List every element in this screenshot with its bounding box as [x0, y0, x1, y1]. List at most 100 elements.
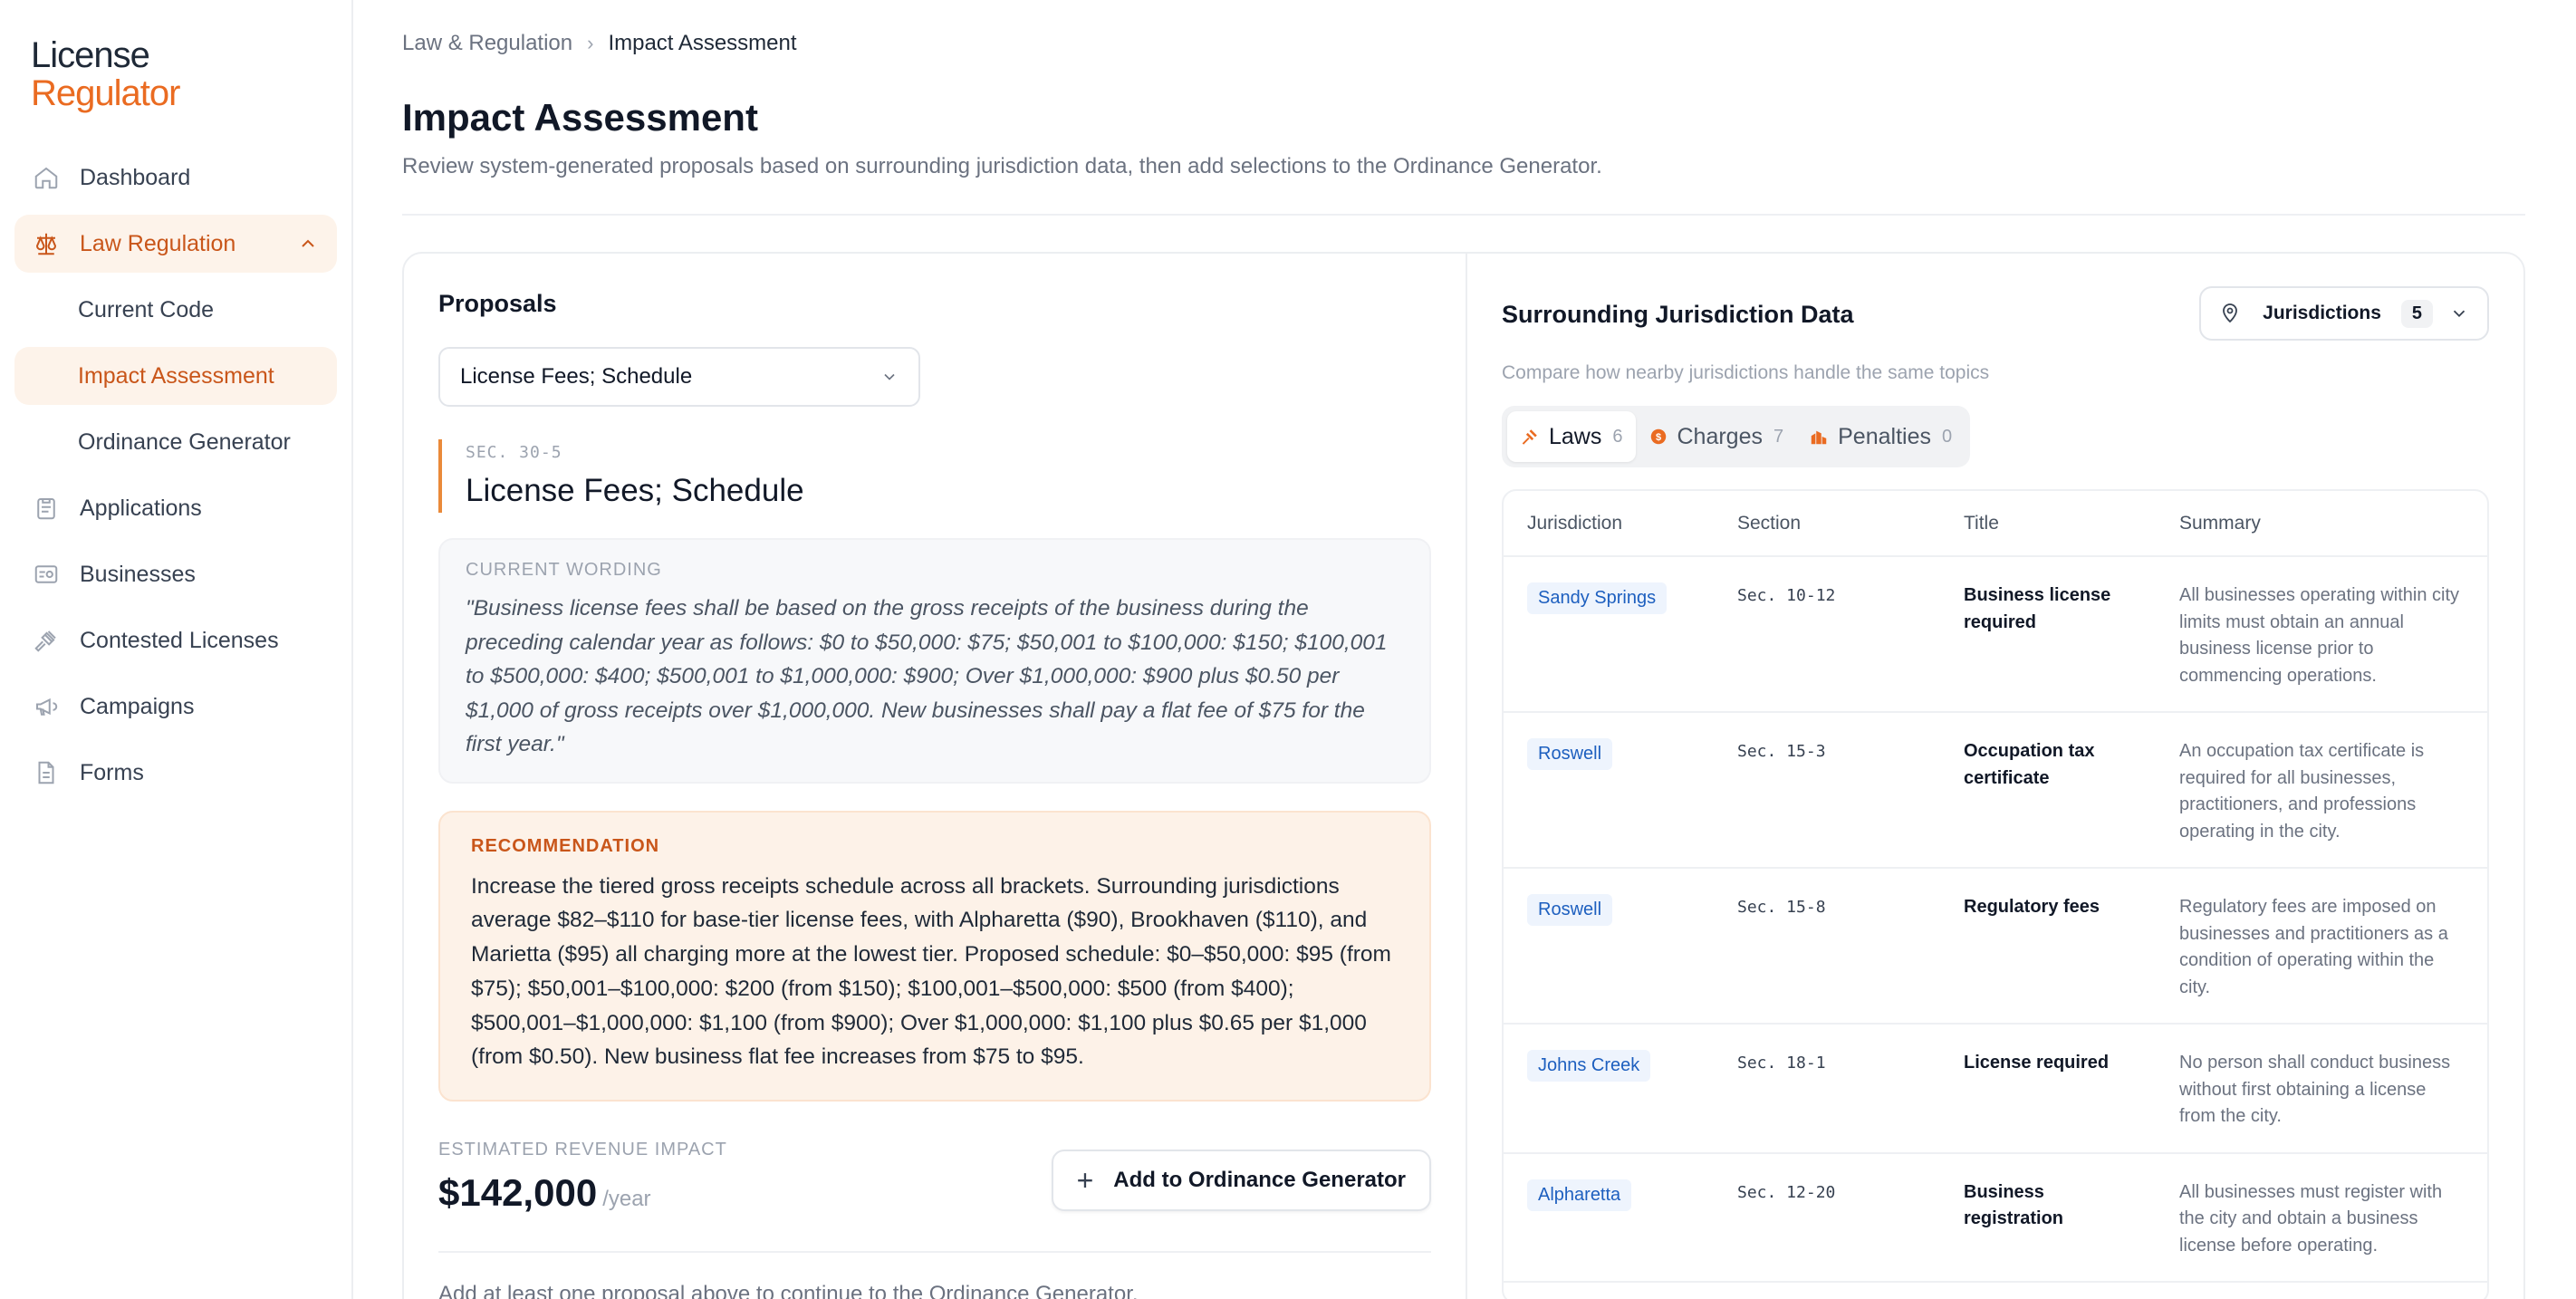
title-cell: Regulatory fees	[1940, 868, 2156, 1025]
jurisdiction-table: Jurisdiction Section Title Summary Sandy…	[1502, 489, 2489, 1299]
jurisdiction-tag: Johns Creek	[1527, 1050, 1651, 1082]
table-row[interactable]: Sandy Springs Sec. 10-12 Business licens…	[1504, 556, 2487, 713]
summary-cell: All businesses must register with the ci…	[2156, 1152, 2487, 1283]
table-row[interactable]: Roswell Sec. 15-8 Regulatory fees Regula…	[1504, 868, 2487, 1025]
jurisdiction-tag: Roswell	[1527, 894, 1613, 926]
sidebar-item-label: Forms	[80, 759, 144, 785]
proposals-heading: Proposals	[438, 290, 557, 317]
id-card-icon	[33, 561, 60, 588]
data-type-tabs: Laws 6 $ Charges 7 Penalties 0	[1502, 406, 1971, 467]
section-cell: Sec. 18-1	[1714, 1024, 1940, 1154]
summary-cell: Regulatory fees are imposed on businesse…	[2156, 868, 2487, 1025]
jurisdiction-title: Surrounding Jurisdiction Data	[1502, 301, 1854, 328]
title-cell: Business license required	[1940, 556, 2156, 713]
sidebar-item-forms[interactable]: Forms	[14, 744, 337, 802]
gavel-icon	[1522, 429, 1537, 445]
jurisdictions-filter-button[interactable]: Jurisdictions 5	[2199, 286, 2489, 341]
logo-line-1: License	[31, 35, 150, 75]
sidebar-item-label: Ordinance Generator	[78, 428, 291, 455]
summary-cell: All businesses operating within city lim…	[2156, 556, 2487, 713]
title-cell: Business registration	[1940, 1152, 2156, 1283]
sidebar-item-label: Applications	[80, 495, 202, 521]
sidebar-item-ordinance-generator[interactable]: Ordinance Generator	[14, 413, 337, 471]
sidebar-item-applications[interactable]: Applications	[14, 479, 337, 537]
revenue-impact-value-row: $142,000/year	[438, 1171, 727, 1215]
page-subtitle: Review system-generated proposals based …	[402, 154, 1602, 178]
revenue-impact-unit: /year	[602, 1187, 651, 1212]
section-cell: Sec. 15-8	[1714, 868, 1940, 1025]
chevron-up-icon[interactable]	[297, 233, 319, 255]
building-icon	[1811, 430, 1827, 445]
summary-cell: No person shall conduct business without…	[2156, 1024, 2487, 1154]
tab-laws[interactable]: Laws 6	[1507, 411, 1636, 462]
jurisdictions-count-badge: 5	[2400, 299, 2433, 328]
table-row[interactable]: Johns Creek Sec. 18-1 License required N…	[1504, 1024, 2487, 1154]
document-icon	[33, 759, 60, 786]
tab-charges-count: 7	[1773, 426, 1784, 447]
continue-hint: Add at least one proposal above to conti…	[438, 1282, 1139, 1299]
sidebar-item-campaigns[interactable]: Campaigns	[14, 678, 337, 736]
gavel-icon	[33, 627, 60, 654]
plus-icon: +	[1076, 1163, 1094, 1197]
sidebar-item-current-code[interactable]: Current Code	[14, 281, 337, 339]
revenue-impact: ESTIMATED REVENUE IMPACT $142,000/year +…	[438, 1140, 1431, 1215]
proposals-panel: Proposals License Fees; Schedule SEC. 30…	[404, 254, 1467, 1299]
jurisdiction-subtitle: Compare how nearby jurisdictions handle …	[1502, 362, 1990, 383]
breadcrumb-current: Impact Assessment	[608, 31, 797, 55]
section-cell: Sec. 10-12	[1714, 556, 1940, 713]
section-cell: Sec. 12-20	[1714, 1152, 1940, 1283]
section-title: License Fees; Schedule	[466, 473, 804, 508]
tab-penalties-label: Penalties	[1838, 423, 1931, 449]
recommendation-text: Increase the tiered gross receipts sched…	[471, 873, 1391, 1070]
coin-icon: $	[1650, 428, 1666, 445]
home-icon	[33, 164, 60, 191]
current-wording-label: CURRENT WORDING	[466, 560, 662, 580]
tab-laws-label: Laws	[1549, 423, 1602, 449]
chevron-down-icon	[2453, 310, 2465, 318]
jurisdictions-filter-label: Jurisdictions	[2263, 303, 2381, 323]
jurisdiction-tag: Sandy Springs	[1527, 582, 1668, 614]
sidebar-item-businesses[interactable]: Businesses	[14, 545, 337, 603]
assessment-card: Proposals License Fees; Schedule SEC. 30…	[402, 252, 2525, 1299]
jurisdiction-panel: Surrounding Jurisdiction Data Jurisdicti…	[1467, 254, 2523, 1299]
recommendation-box: RECOMMENDATION Increase the tiered gross…	[438, 810, 1431, 1102]
sidebar-submenu: Current Code Impact Assessment Ordinance…	[14, 281, 337, 471]
column-header-section[interactable]: Section	[1714, 491, 1940, 557]
current-wording-text: "Business license fees shall be based on…	[466, 596, 1388, 756]
sidebar-item-label: Businesses	[80, 561, 196, 587]
table-row[interactable]: Alpharetta Sec. 12-20 Business registrat…	[1504, 1152, 2487, 1283]
sidebar-item-label: Dashboard	[80, 164, 191, 190]
page-title: Impact Assessment	[402, 96, 758, 139]
recommendation-label: RECOMMENDATION	[471, 835, 660, 856]
add-button-label: Add to Ordinance Generator	[1113, 1168, 1406, 1193]
app-logo[interactable]: License Regulator	[14, 0, 337, 112]
sidebar-item-law-regulation[interactable]: Law Regulation	[14, 215, 337, 273]
table-row[interactable]: Roswell Sec. 15-3 Occupation tax certifi…	[1504, 712, 2487, 869]
tab-penalties[interactable]: Penalties 0	[1796, 411, 1965, 462]
table-header-row: Jurisdiction Section Title Summary	[1504, 491, 2487, 557]
sidebar-item-impact-assessment[interactable]: Impact Assessment	[14, 347, 337, 405]
title-cell: License required	[1940, 1024, 2156, 1154]
column-header-title[interactable]: Title	[1940, 491, 2156, 557]
summary-cell: An occupation tax certificate is require…	[2156, 712, 2487, 869]
proposal-select[interactable]: License Fees; Schedule	[438, 347, 920, 407]
logo-line-2: Regulator	[31, 73, 180, 113]
sidebar-nav: Dashboard Law Regulation Current Code Im…	[14, 149, 337, 802]
sidebar-item-contested-licenses[interactable]: Contested Licenses	[14, 611, 337, 669]
current-wording-box: CURRENT WORDING "Business license fees s…	[438, 538, 1431, 784]
sidebar: License Regulator Dashboard Law Regulati…	[0, 0, 353, 1299]
clipboard-icon	[33, 495, 60, 522]
breadcrumb: Law & Regulation › Impact Assessment	[402, 31, 2525, 56]
column-header-summary[interactable]: Summary	[2156, 491, 2487, 557]
section-cell: Sec. 15-3	[1714, 712, 1940, 869]
sidebar-item-dashboard[interactable]: Dashboard	[14, 149, 337, 207]
tab-charges[interactable]: $ Charges 7	[1636, 411, 1797, 462]
breadcrumb-parent[interactable]: Law & Regulation	[402, 31, 572, 56]
revenue-impact-label: ESTIMATED REVENUE IMPACT	[438, 1140, 727, 1160]
main-content: Law & Regulation › Impact Assessment Imp…	[353, 0, 2576, 1299]
sidebar-item-label: Current Code	[78, 296, 215, 322]
section-header: SEC. 30-5 License Fees; Schedule	[438, 439, 1431, 513]
column-header-jurisdiction[interactable]: Jurisdiction	[1504, 491, 1714, 557]
jurisdiction-header: Surrounding Jurisdiction Data Jurisdicti…	[1502, 286, 2489, 341]
add-to-ordinance-generator-button[interactable]: + Add to Ordinance Generator	[1051, 1150, 1431, 1212]
